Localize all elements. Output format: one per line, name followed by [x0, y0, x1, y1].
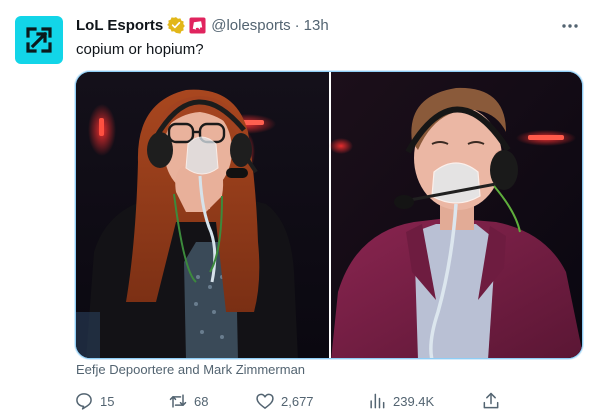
- views-count: 239.4K: [393, 393, 435, 409]
- author-handle[interactable]: @lolesports: [211, 17, 290, 34]
- tweet-media[interactable]: [75, 71, 583, 359]
- tweet-actions-bar: 15 68 2,677 239.4K: [0, 388, 598, 414]
- reply-button[interactable]: 15: [74, 388, 114, 414]
- author-avatar[interactable]: [15, 16, 63, 64]
- share-icon: [483, 392, 499, 409]
- media-caption: Eefje Depoortere and Mark Zimmerman: [76, 362, 306, 377]
- separator-dot: ·: [294, 16, 300, 34]
- like-count: 2,677: [281, 393, 314, 409]
- reply-count: 15: [100, 393, 115, 409]
- share-button[interactable]: [481, 388, 501, 414]
- lol-esports-logo-icon: [26, 27, 52, 53]
- more-options-icon: [562, 24, 578, 28]
- woman-with-oxygen-mask-photo[interactable]: [76, 72, 329, 359]
- more-options-button[interactable]: [557, 16, 583, 36]
- heart-icon: [256, 393, 274, 409]
- tweet-card[interactable]: LoL Esports @lolesports · 13h copium or …: [0, 0, 598, 419]
- like-button[interactable]: 2,677: [255, 388, 314, 414]
- media-divider: [329, 72, 331, 358]
- gold-verified-badge-icon[interactable]: [167, 16, 186, 34]
- repost-count: 68: [194, 393, 209, 409]
- tweet-header: LoL Esports @lolesports · 13h: [76, 14, 329, 36]
- repost-button[interactable]: 68: [168, 388, 208, 414]
- riot-games-affiliate-badge-icon[interactable]: [189, 16, 206, 34]
- repost-icon: [169, 394, 187, 408]
- man-with-oxygen-mask-photo[interactable]: [329, 72, 583, 359]
- author-name[interactable]: LoL Esports: [76, 17, 163, 34]
- tweet-timestamp[interactable]: 13h: [304, 17, 329, 34]
- tweet-text: copium or hopium?: [76, 41, 204, 58]
- reply-icon: [76, 393, 92, 410]
- views-chart-icon: [370, 393, 385, 409]
- views-button[interactable]: 239.4K: [367, 388, 434, 414]
